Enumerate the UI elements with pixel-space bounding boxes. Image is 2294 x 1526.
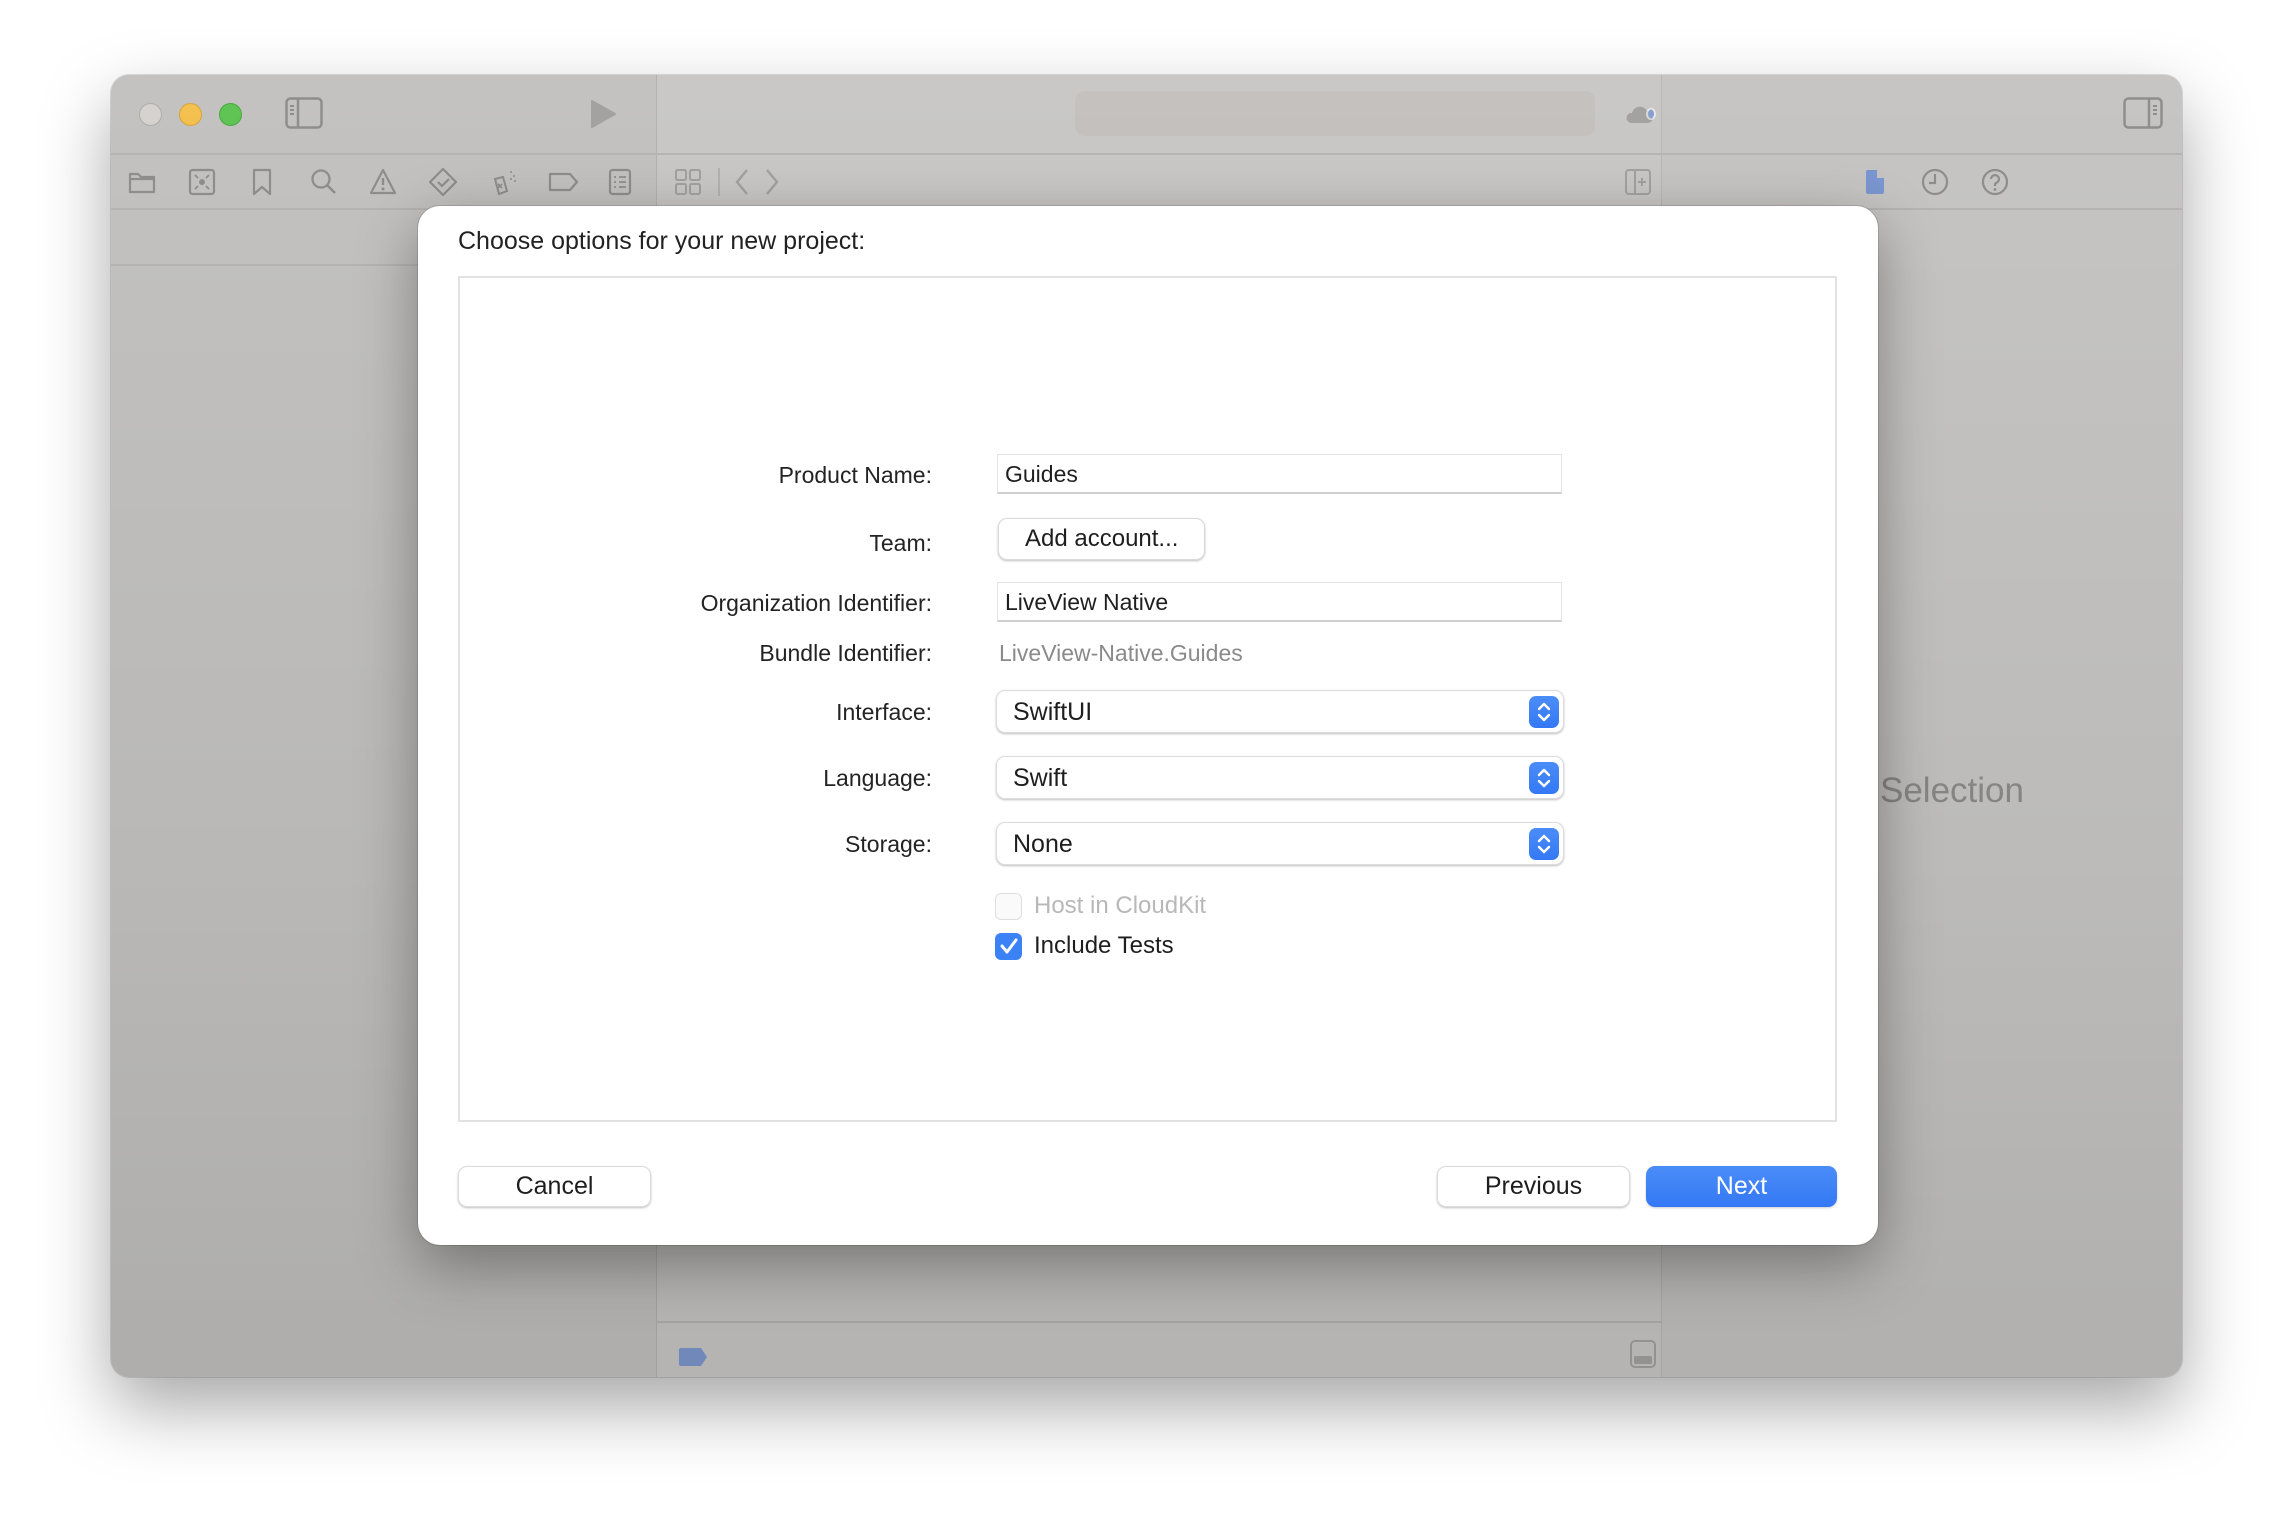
storage-value: None: [1013, 830, 1073, 858]
product-name-label: Product Name:: [778, 462, 932, 488]
interface-popup[interactable]: SwiftUI: [996, 690, 1564, 733]
language-popup[interactable]: Swift: [996, 756, 1564, 799]
organization-identifier-label: Organization Identifier:: [700, 590, 932, 616]
host-in-cloudkit-checkbox[interactable]: [995, 892, 1022, 920]
status-bar-divider: [657, 1321, 1661, 1323]
close-window-button[interactable]: [139, 103, 162, 126]
checkmark-icon: [1000, 938, 1017, 954]
inspector-toggle-icon[interactable]: [2123, 97, 2163, 129]
bundle-identifier-value: LiveView-Native.Guides: [999, 640, 1243, 666]
breakpoint-icon[interactable]: [547, 172, 579, 192]
help-icon[interactable]: [1981, 168, 2009, 196]
debug-icon[interactable]: [489, 167, 519, 197]
interface-label: Interface:: [836, 699, 932, 725]
file-icon[interactable]: [1864, 168, 1886, 196]
language-label: Language:: [823, 765, 932, 791]
new-project-options-dialog: Choose options for your new project: Pro…: [418, 206, 1878, 1245]
chevron-up-down-icon: [1529, 762, 1559, 794]
host-in-cloudkit-label: Host in CloudKit: [1034, 892, 1207, 919]
minimize-window-button[interactable]: [179, 103, 202, 126]
activity-viewer: [1075, 91, 1595, 136]
chevron-up-down-icon: [1529, 828, 1559, 860]
include-tests-checkbox[interactable]: [995, 932, 1022, 960]
titlebar-divider: [657, 153, 1661, 155]
include-tests-checkbox-row[interactable]: Include Tests: [995, 932, 1174, 960]
test-icon[interactable]: [428, 167, 458, 197]
cancel-button[interactable]: Cancel: [458, 1166, 651, 1207]
folder-icon[interactable]: [128, 169, 156, 195]
grid-icon[interactable]: [674, 168, 702, 196]
next-button[interactable]: Next: [1646, 1166, 1837, 1207]
add-account-button[interactable]: Add account...: [998, 518, 1206, 560]
warning-icon[interactable]: [369, 168, 397, 196]
add-editor-icon[interactable]: [1624, 168, 1652, 196]
storage-popup[interactable]: None: [996, 822, 1564, 865]
back-icon[interactable]: [733, 168, 751, 196]
include-tests-label: Include Tests: [1034, 932, 1174, 959]
zoom-window-button[interactable]: [219, 103, 242, 126]
previous-button[interactable]: Previous: [1437, 1166, 1630, 1207]
titlebar-divider: [111, 153, 656, 155]
product-name-field[interactable]: Guides: [997, 454, 1562, 494]
storage-label: Storage:: [845, 831, 932, 857]
debug-area-toggle-icon[interactable]: [1629, 1339, 1657, 1369]
report-icon[interactable]: [608, 168, 632, 196]
history-icon[interactable]: [1921, 168, 1949, 196]
forward-icon[interactable]: [763, 168, 781, 196]
team-label: Team:: [869, 530, 932, 556]
debug-area-tag-icon[interactable]: [677, 1347, 709, 1367]
titlebar-divider: [1662, 153, 2182, 155]
sidebar-toggle-icon[interactable]: [285, 97, 323, 129]
host-in-cloudkit-checkbox-row[interactable]: Host in CloudKit: [995, 892, 1206, 920]
dialog-title: Choose options for your new project:: [458, 227, 866, 255]
source-control-icon[interactable]: [188, 168, 216, 196]
bookmark-icon[interactable]: [251, 168, 273, 196]
organization-identifier-field[interactable]: LiveView Native: [997, 582, 1562, 622]
interface-value: SwiftUI: [1013, 698, 1093, 726]
bundle-identifier-label: Bundle Identifier:: [759, 640, 932, 666]
options-panel: Product Name: Guides Team: Add account..…: [458, 276, 1837, 1122]
inspector-placeholder: Selection: [1880, 771, 2024, 810]
cloud-status-icon[interactable]: [1625, 99, 1659, 127]
search-icon[interactable]: [310, 168, 338, 196]
language-value: Swift: [1013, 764, 1068, 792]
run-icon[interactable]: [589, 99, 617, 129]
editor-toolbar-separator: [718, 168, 720, 196]
chevron-up-down-icon: [1529, 696, 1559, 728]
